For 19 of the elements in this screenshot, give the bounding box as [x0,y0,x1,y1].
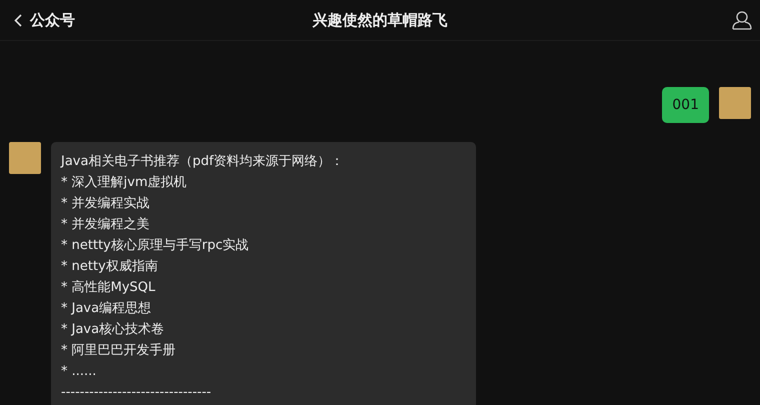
message-line: * 并发编程之美 [61,216,151,234]
message-line: * ...... [61,363,98,381]
message-line: * Java核心技术卷 [61,321,166,339]
chat-title: 兴趣使然的草帽路飞 [312,10,448,30]
message-line: * 并发编程实战 [61,195,151,213]
message-line: -------------------------------- [61,384,212,402]
message-line: Java相关电子书推荐（pdf资料均来源于网络）： [61,153,345,171]
back-button[interactable]: 公众号 [14,10,75,30]
message-line: * 阿里巴巴开发手册 [61,342,177,360]
message-text: 001 [672,96,699,114]
message-line: * Java编程思想 [61,300,152,318]
profile-icon[interactable] [732,10,752,30]
message-line: * 深入理解jvm虚拟机 [61,174,188,192]
avatar-image [9,142,41,174]
message-line: * netty权威指南 [61,258,159,276]
chevron-left-icon [14,14,22,26]
avatar-image [719,87,751,119]
message-line: * 高性能MySQL [61,279,156,297]
message-line: * nettty核心原理与手写rpc实战 [61,237,250,255]
